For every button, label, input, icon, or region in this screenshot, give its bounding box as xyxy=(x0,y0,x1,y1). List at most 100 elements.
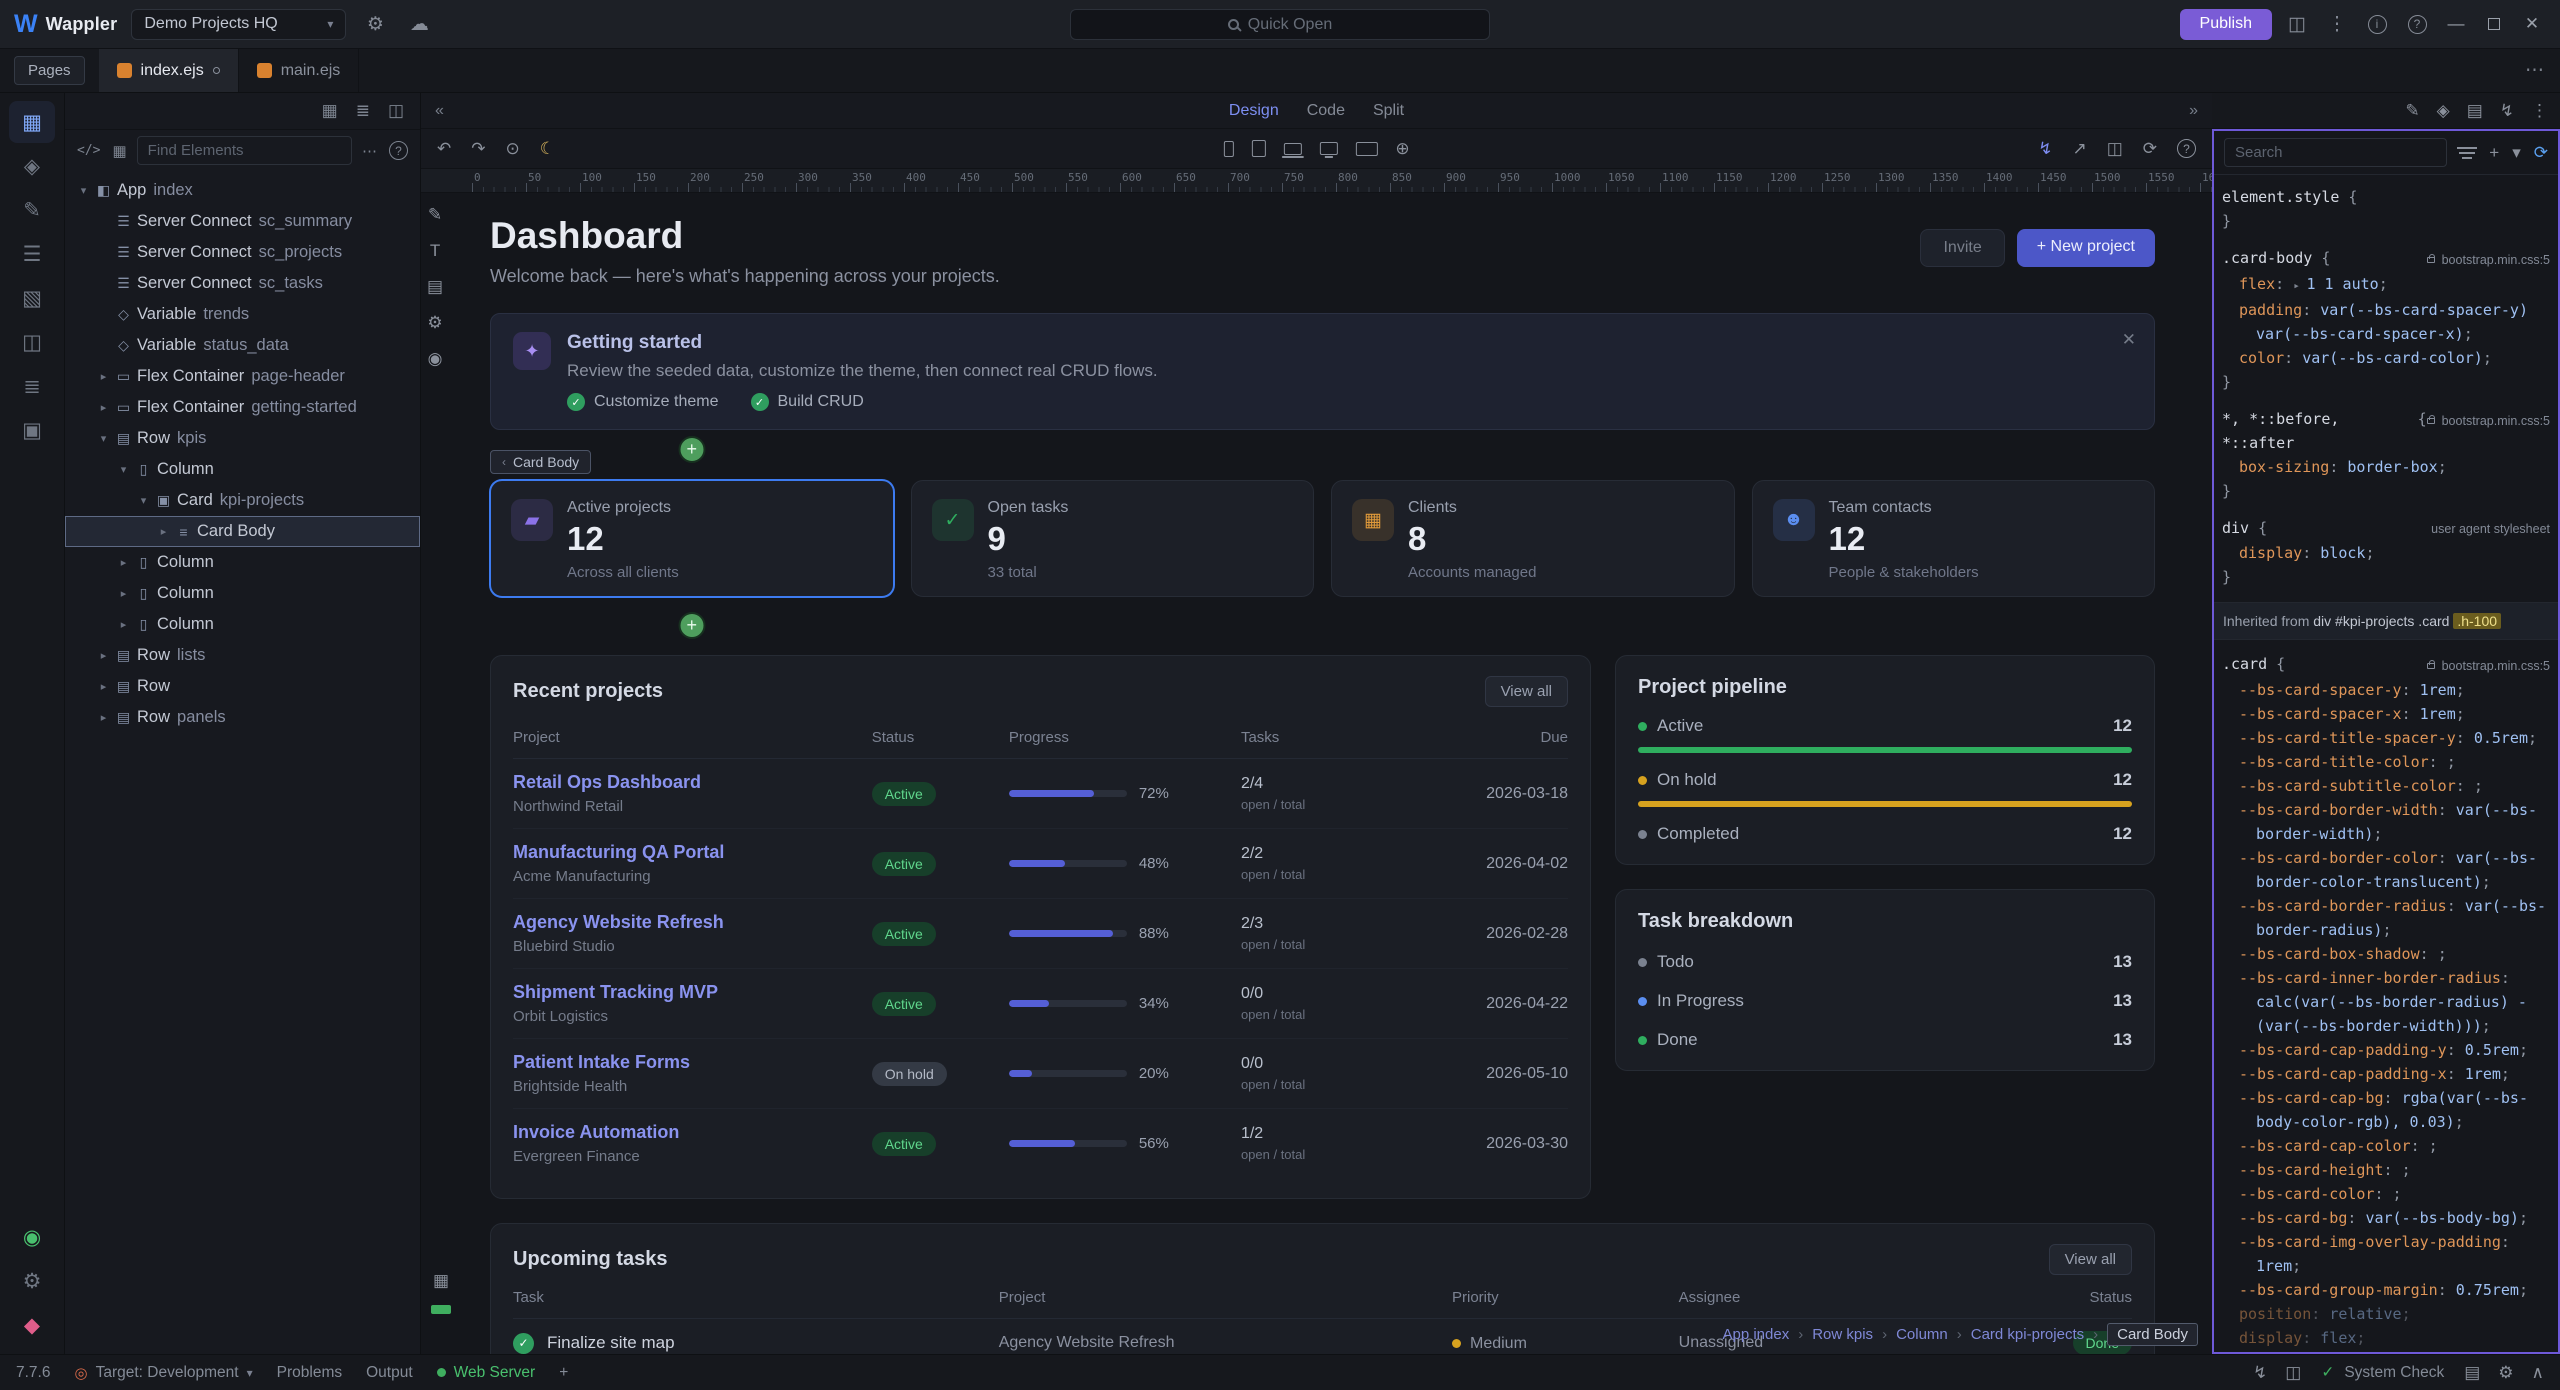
live-reload-icon[interactable]: ↯ xyxy=(2253,1363,2267,1383)
css-declaration[interactable]: --bs-card-cap-padding-y: 0.5rem; xyxy=(2222,1038,2550,1062)
tree-chevron-icon[interactable]: ▸ xyxy=(95,711,112,724)
code-icon[interactable]: </> xyxy=(77,143,100,158)
panel-layout-icon[interactable]: ▤ xyxy=(2467,101,2483,121)
css-source-link[interactable]: user agent stylesheet xyxy=(2431,517,2550,541)
edit-code-icon[interactable]: ✎ xyxy=(2405,101,2419,121)
git-icon[interactable]: ◆ xyxy=(9,1304,55,1346)
project-settings-gear-icon[interactable]: ⚙ xyxy=(360,9,390,39)
css-declaration[interactable]: --bs-card-title-spacer-y: 0.5rem; xyxy=(2222,726,2550,750)
tree-item-column[interactable]: ▸▯Column xyxy=(65,578,420,609)
tree-chevron-icon[interactable]: ▾ xyxy=(75,184,92,197)
editor-tab-index-ejs[interactable]: index.ejs xyxy=(99,49,239,92)
css-source-link[interactable]: bootstrap.min.css:5 xyxy=(2427,248,2550,272)
device-desktop-icon[interactable] xyxy=(1319,142,1337,155)
target-selector[interactable]: ◎ Target: Development ▾ xyxy=(74,1364,252,1382)
css-declaration[interactable]: position: relative; xyxy=(2222,1302,2550,1326)
quick-actions-bolt-icon[interactable]: ↯ xyxy=(2500,101,2514,121)
css-declaration[interactable]: --bs-card-border-radius: var(--bs-border… xyxy=(2222,894,2550,942)
css-declaration[interactable]: --bs-card-group-margin: 0.75rem; xyxy=(2222,1278,2550,1302)
design-tools-icon[interactable]: ◈ xyxy=(2437,101,2450,121)
tree-item-column[interactable]: ▾▯Column xyxy=(65,454,420,485)
packages-icon[interactable]: ▣ xyxy=(9,409,55,451)
kpi-card-team-contacts[interactable]: ☻Team contacts12People & stakeholders xyxy=(1752,480,2156,597)
kpi-card-clients[interactable]: ▦Clients8Accounts managed xyxy=(1331,480,1735,597)
styles-icon[interactable]: ✎ xyxy=(9,189,55,231)
css-declaration[interactable]: --bs-card-height: ; xyxy=(2222,1158,2550,1182)
mode-code[interactable]: Code xyxy=(1307,102,1345,120)
tree-chevron-icon[interactable]: ▸ xyxy=(95,649,112,662)
maximize-button[interactable] xyxy=(2480,10,2508,38)
device-laptop-icon[interactable] xyxy=(1283,143,1301,155)
breadcrumb-item[interactable]: Row kpis xyxy=(1812,1326,1873,1343)
collapse-statusbar-icon[interactable]: ∧ xyxy=(2532,1363,2544,1383)
css-declaration[interactable]: --bs-card-cap-color: ; xyxy=(2222,1134,2550,1158)
kpi-card-active-projects[interactable]: ▰Active projects12Across all clients xyxy=(490,480,894,597)
css-declaration[interactable]: --bs-card-spacer-y: 1rem; xyxy=(2222,678,2550,702)
expand-shorthand-icon[interactable]: ▸ xyxy=(2293,279,2306,292)
undo-icon[interactable]: ↶ xyxy=(437,139,451,159)
css-selector[interactable]: .card xyxy=(2222,652,2267,676)
insert-before-button[interactable]: + xyxy=(678,436,705,463)
css-declaration[interactable]: --bs-card-border-width: var(--bs-border-… xyxy=(2222,798,2550,846)
breadcrumb-item[interactable]: Card kpi-projects xyxy=(1971,1326,2084,1343)
breadcrumb-item[interactable]: Column xyxy=(1896,1326,1948,1343)
device-tablet-icon[interactable] xyxy=(1251,140,1265,157)
css-declaration[interactable]: display: flex; xyxy=(2222,1326,2550,1350)
output-button[interactable]: Output xyxy=(366,1364,413,1382)
tab-overflow-icon[interactable]: ⋯ xyxy=(2509,59,2560,82)
tree-item-row-lists[interactable]: ▸▤Rowlists xyxy=(65,640,420,671)
css-declaration[interactable]: --bs-card-box-shadow: ; xyxy=(2222,942,2550,966)
web-server-status[interactable]: Web Server xyxy=(437,1364,536,1382)
layout-columns-icon[interactable]: ◫ xyxy=(2282,9,2312,39)
help-icon[interactable]: ? xyxy=(2402,9,2432,39)
grid-columns-icon[interactable]: ◫ xyxy=(2107,139,2123,159)
tree-chevron-icon[interactable]: ▸ xyxy=(155,525,172,538)
refresh-icon[interactable]: ⟳ xyxy=(2534,143,2548,163)
board-view-icon[interactable]: ▦ xyxy=(322,101,338,121)
more-options-icon[interactable]: ⋯ xyxy=(362,142,377,160)
kpi-card-open-tasks[interactable]: ✓Open tasks933 total xyxy=(911,480,1315,597)
css-declaration[interactable]: flex-direction: column; xyxy=(2222,1350,2550,1352)
workflows-icon[interactable]: ◈ xyxy=(9,145,55,187)
tree-chevron-icon[interactable]: ▸ xyxy=(95,680,112,693)
tree-item-column[interactable]: ▸▯Column xyxy=(65,609,420,640)
element-settings-icon[interactable]: ⚙ xyxy=(427,313,442,333)
tree-item-server-connect-sc-tasks[interactable]: ☰Server Connectsc_tasks xyxy=(65,268,420,299)
css-source-link[interactable]: bootstrap.min.css:5 xyxy=(2427,654,2550,678)
tree-chevron-icon[interactable]: ▸ xyxy=(115,556,132,569)
close-button[interactable]: ✕ xyxy=(2518,10,2546,38)
css-declaration[interactable]: --bs-card-title-color: ; xyxy=(2222,750,2550,774)
new-project-button[interactable]: + New project xyxy=(2017,229,2155,267)
find-elements-input[interactable] xyxy=(137,136,352,165)
layers-icon[interactable]: ≣ xyxy=(9,365,55,407)
app-structure-icon[interactable]: ▦ xyxy=(9,101,55,143)
preview-eye-icon[interactable]: ◉ xyxy=(428,349,443,369)
expand-right-panel-icon[interactable]: » xyxy=(2189,102,2198,120)
split-view-icon[interactable]: ◫ xyxy=(2285,1363,2301,1383)
tree-chevron-icon[interactable]: ▾ xyxy=(95,432,112,445)
css-declaration[interactable]: --bs-card-cap-bg: rgba(var(--bs-body-col… xyxy=(2222,1086,2550,1134)
screenshot-icon[interactable]: ⊙ xyxy=(506,139,520,159)
invite-button[interactable]: Invite xyxy=(1920,229,2004,267)
selected-element-tag[interactable]: ‹Card Body xyxy=(490,450,591,474)
tree-chevron-icon[interactable]: ▸ xyxy=(95,401,112,414)
redo-icon[interactable]: ↷ xyxy=(471,139,485,159)
tree-chevron-icon[interactable]: ▸ xyxy=(95,370,112,383)
css-declaration[interactable]: box-sizing: border-box; xyxy=(2222,455,2550,479)
css-selector[interactable]: .card-body xyxy=(2222,246,2312,270)
open-in-browser-icon[interactable]: ↗ xyxy=(2072,139,2086,159)
filter-icon[interactable] xyxy=(2459,152,2475,154)
fit-screen-icon[interactable]: ⊕ xyxy=(1395,139,1409,159)
insert-after-button[interactable]: + xyxy=(678,612,705,639)
tree-chevron-icon[interactable]: ▾ xyxy=(135,494,152,507)
edit-element-icon[interactable]: ✎ xyxy=(428,205,442,225)
text-tool-icon[interactable]: T xyxy=(430,241,440,261)
pages-button[interactable]: Pages xyxy=(14,56,85,85)
add-target-button[interactable]: + xyxy=(559,1364,568,1382)
publish-button[interactable]: Publish xyxy=(2180,9,2272,40)
project-link[interactable]: Retail Ops Dashboard xyxy=(513,772,872,793)
dark-mode-moon-icon[interactable]: ☾ xyxy=(540,139,555,159)
breadcrumb-item[interactable]: App index xyxy=(1722,1326,1789,1343)
settings-gear-icon[interactable]: ⚙ xyxy=(2498,1363,2513,1383)
breadcrumb-item-current[interactable]: Card Body xyxy=(2107,1323,2198,1346)
